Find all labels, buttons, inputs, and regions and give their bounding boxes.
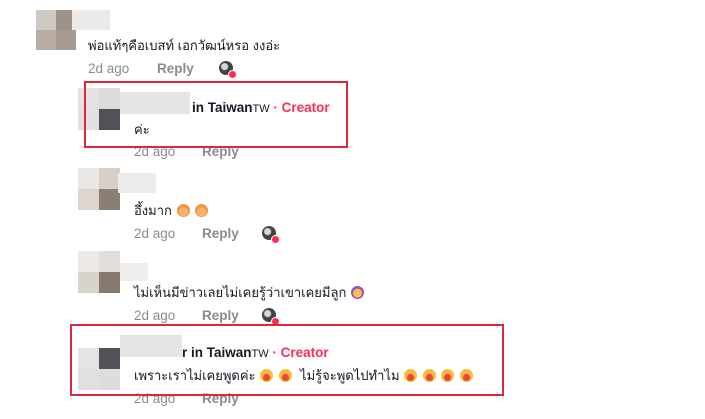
highlight-box [70, 324, 504, 396]
reply-button[interactable]: Reply [202, 308, 239, 323]
username-blurred[interactable] [120, 263, 148, 281]
comment-time: 2d ago [134, 226, 176, 241]
reply-button[interactable]: Reply [157, 61, 194, 76]
avatar[interactable] [36, 10, 76, 50]
avatar[interactable] [78, 251, 120, 293]
comment-text: ไม่เห็นมีข่าวเลยไม่เคยรู้ว่าเขาเคยมีลูก [134, 285, 365, 301]
highlight-box [84, 81, 348, 148]
comment-text: อึ้งมาก [134, 203, 209, 219]
comment-time: 2d ago [88, 61, 130, 76]
username-blurred[interactable] [118, 173, 156, 193]
username-blurred[interactable] [72, 10, 110, 30]
teary-face-icon [195, 204, 209, 217]
comment-time: 2d ago [134, 308, 176, 323]
teary-face-icon [176, 204, 190, 217]
avatar[interactable] [78, 168, 120, 210]
comment-text: พ่อแท้ๆคือเบสท์ เอกวัฒน์หรอ งงอ่ะ [88, 38, 281, 53]
reply-button[interactable]: Reply [202, 226, 239, 241]
loudly-crying-face-icon [350, 286, 364, 299]
